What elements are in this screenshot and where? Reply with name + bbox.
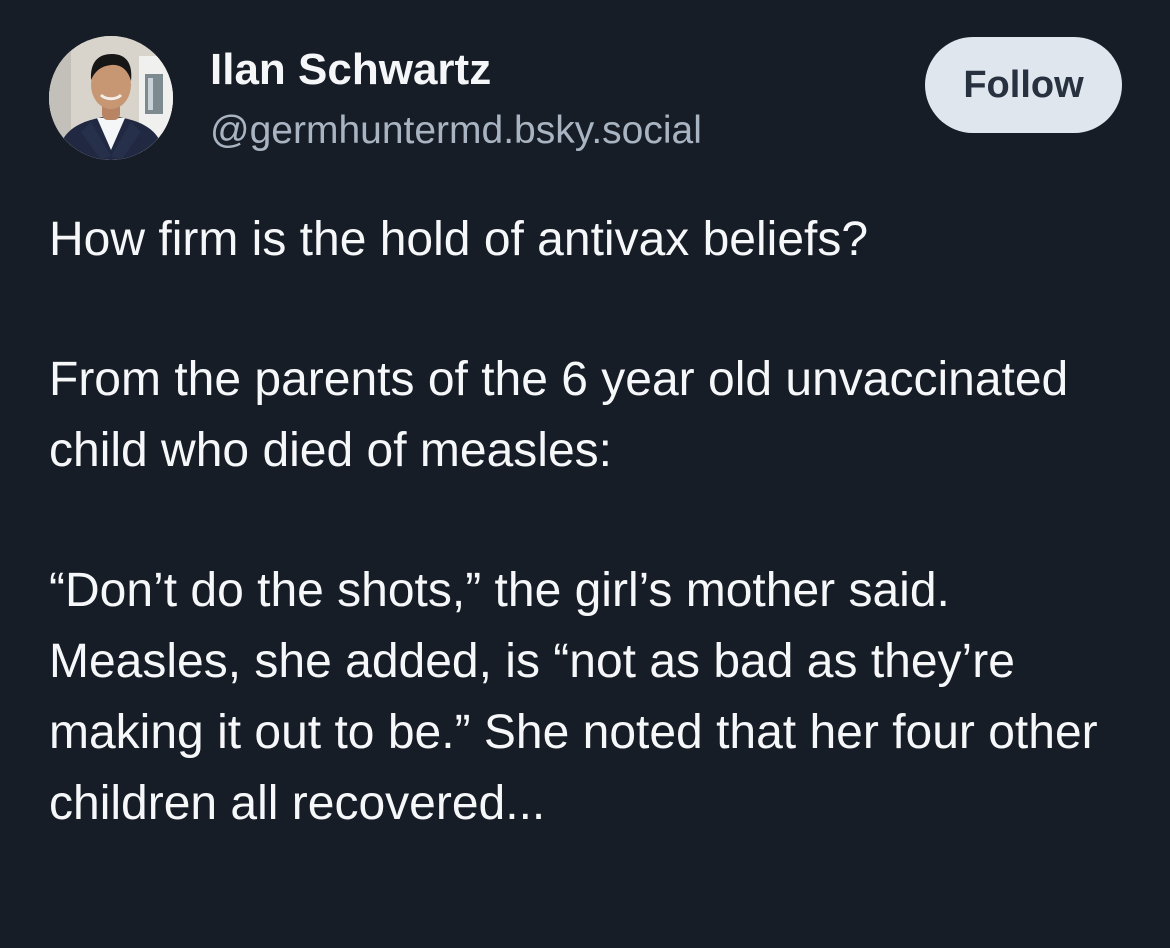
post-text: How firm is the hold of antivax beliefs?… xyxy=(49,204,1139,839)
display-name[interactable]: Ilan Schwartz xyxy=(210,42,491,98)
post-paragraph: From the parents of the 6 year old unvac… xyxy=(49,353,1069,477)
profile-photo-icon xyxy=(49,36,173,160)
handle[interactable]: @germhuntermd.bsky.social xyxy=(210,106,702,156)
post-card: Ilan Schwartz @germhuntermd.bsky.social … xyxy=(0,0,1170,948)
follow-button[interactable]: Follow xyxy=(925,37,1122,133)
post-paragraph: “Don’t do the shots,” the girl’s mother … xyxy=(49,564,1098,830)
avatar[interactable] xyxy=(49,36,173,160)
post-paragraph: How firm is the hold of antivax beliefs? xyxy=(49,213,869,266)
